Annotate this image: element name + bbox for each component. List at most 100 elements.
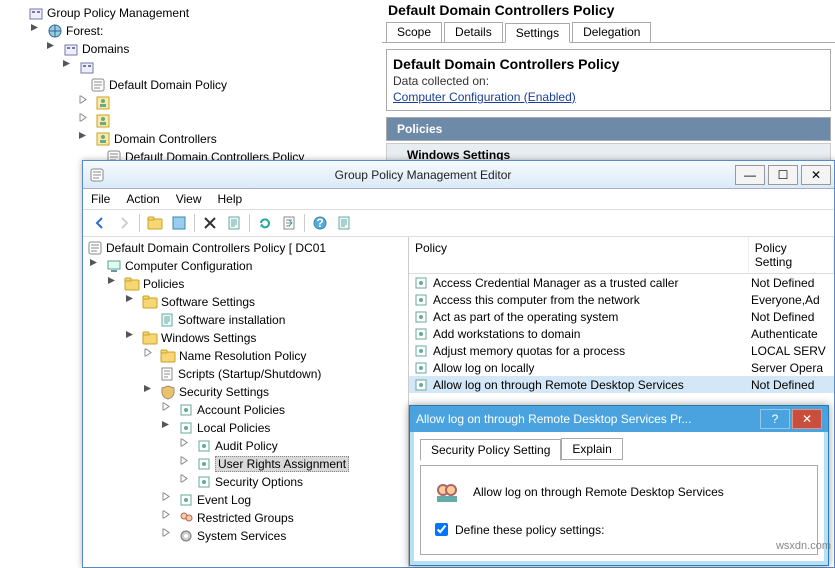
define-checkbox-row[interactable]: Define these policy settings: (431, 520, 807, 539)
policy-icon (87, 240, 103, 256)
tree-eventlog[interactable]: Event Log (85, 491, 406, 509)
tree-comp-config[interactable]: Computer Configuration (85, 257, 406, 275)
tab-security-setting[interactable]: Security Policy Setting (420, 439, 561, 461)
box-title: Default Domain Controllers Policy (393, 56, 824, 72)
collapsed-icon[interactable] (183, 477, 194, 488)
menu-view[interactable]: View (176, 192, 202, 206)
forward-button[interactable] (113, 212, 135, 234)
expand-icon[interactable] (34, 26, 45, 37)
maximize-button[interactable]: ☐ (768, 165, 798, 185)
close-button[interactable]: ✕ (792, 409, 822, 429)
expand-icon[interactable] (129, 333, 140, 344)
export-button[interactable] (278, 212, 300, 234)
policy-row[interactable]: Allow log on locallyServer Opera (409, 359, 834, 376)
tree-name-res[interactable]: Name Resolution Policy (85, 347, 406, 365)
collapsed-icon[interactable] (165, 495, 176, 506)
expand-icon[interactable] (66, 62, 77, 73)
define-label: Define these policy settings: (455, 523, 604, 537)
tab-scope[interactable]: Scope (386, 22, 442, 42)
refresh-button[interactable] (254, 212, 276, 234)
help-button[interactable]: ? (760, 409, 790, 429)
tree-sw-install[interactable]: Software installation (85, 311, 406, 329)
policy-name: Adjust memory quotas for a process (433, 344, 625, 358)
tab-details[interactable]: Details (444, 22, 503, 42)
help-button[interactable] (309, 212, 331, 234)
group-icon (178, 510, 194, 526)
collapsed-icon[interactable] (165, 513, 176, 524)
menu-file[interactable]: File (91, 192, 110, 206)
policy-icon (196, 438, 212, 454)
filter-button[interactable] (333, 212, 355, 234)
policy-row[interactable]: Access this computer from the networkEve… (409, 291, 834, 308)
close-button[interactable]: ✕ (801, 165, 831, 185)
tree-domain[interactable] (28, 58, 383, 76)
expand-icon[interactable] (129, 297, 140, 308)
policy-row[interactable]: Allow log on through Remote Desktop Serv… (409, 376, 834, 393)
expand-icon[interactable] (82, 134, 93, 145)
so-label: Security Options (215, 475, 303, 489)
tree-domain-controllers[interactable]: Domain Controllers (28, 130, 383, 148)
collapsed-icon[interactable] (165, 531, 176, 542)
tree-sw-settings[interactable]: Software Settings (85, 293, 406, 311)
nr-label: Name Resolution Policy (179, 349, 306, 363)
policy-row[interactable]: Access Credential Manager as a trusted c… (409, 274, 834, 291)
policy-item-icon (413, 309, 429, 325)
col-policy[interactable]: Policy (409, 237, 749, 273)
delete-button[interactable] (199, 212, 221, 234)
tab-explain[interactable]: Explain (561, 438, 622, 460)
policy-row[interactable]: Act as part of the operating systemNot D… (409, 308, 834, 325)
show-button[interactable] (168, 212, 190, 234)
collapsed-icon[interactable] (183, 441, 194, 452)
tree-forest[interactable]: Forest: (28, 22, 383, 40)
domains-icon (63, 41, 79, 57)
define-checkbox[interactable] (435, 523, 448, 536)
folder-icon (160, 348, 176, 364)
domains-label: Domains (82, 42, 129, 56)
tree-local-pol[interactable]: Local Policies (85, 419, 406, 437)
tab-settings[interactable]: Settings (505, 23, 570, 43)
properties-dialog: Allow log on through Remote Desktop Serv… (409, 405, 829, 566)
expand-icon[interactable] (165, 423, 176, 434)
tree-domains[interactable]: Domains (28, 40, 383, 58)
tree-policies[interactable]: Policies (85, 275, 406, 293)
menu-help[interactable]: Help (218, 192, 243, 206)
tree-policy-root[interactable]: Default Domain Controllers Policy [ DC01 (85, 239, 406, 257)
up-button[interactable] (144, 212, 166, 234)
policies-bar[interactable]: Policies (386, 117, 831, 141)
collapsed-icon[interactable] (165, 405, 176, 416)
col-setting[interactable]: Policy Setting (749, 237, 834, 273)
expand-icon[interactable] (111, 279, 122, 290)
tree-sec-opt[interactable]: Security Options (85, 473, 406, 491)
expand-icon[interactable] (93, 261, 104, 272)
tree-restricted[interactable]: Restricted Groups (85, 509, 406, 527)
tree-audit[interactable]: Audit Policy (85, 437, 406, 455)
comp-config-link[interactable]: Computer Configuration (Enabled) (393, 90, 824, 104)
collapsed-icon[interactable] (82, 116, 93, 127)
expand-icon[interactable] (147, 387, 158, 398)
tree-ura[interactable]: User Rights Assignment (85, 455, 406, 473)
tree-root-gpm[interactable]: Group Policy Management (28, 4, 383, 22)
tree-sys-svc[interactable]: System Services (85, 527, 406, 545)
tree-scripts[interactable]: Scripts (Startup/Shutdown) (85, 365, 406, 383)
tree-win-settings[interactable]: Windows Settings (85, 329, 406, 347)
policy-icon (196, 474, 212, 490)
policy-row[interactable]: Adjust memory quotas for a processLOCAL … (409, 342, 834, 359)
policy-name: Allow log on locally (433, 361, 534, 375)
collapsed-icon[interactable] (183, 459, 194, 470)
tree-default-policy[interactable]: Default Domain Policy (28, 76, 383, 94)
menu-action[interactable]: Action (126, 192, 159, 206)
right-tabbar: Scope Details Settings Delegation (382, 22, 835, 43)
back-button[interactable] (89, 212, 111, 234)
minimize-button[interactable]: — (735, 165, 765, 185)
tab-delegation[interactable]: Delegation (572, 22, 651, 42)
tree-ou1[interactable] (28, 94, 383, 112)
collapsed-icon[interactable] (147, 351, 158, 362)
expand-icon[interactable] (50, 44, 61, 55)
tree-account-pol[interactable]: Account Policies (85, 401, 406, 419)
collapsed-icon[interactable] (82, 98, 93, 109)
tree-ou2[interactable] (28, 112, 383, 130)
properties-button[interactable] (223, 212, 245, 234)
policy-name: Access Credential Manager as a trusted c… (433, 276, 678, 290)
tree-sec-settings[interactable]: Security Settings (85, 383, 406, 401)
policy-row[interactable]: Add workstations to domainAuthenticate (409, 325, 834, 342)
